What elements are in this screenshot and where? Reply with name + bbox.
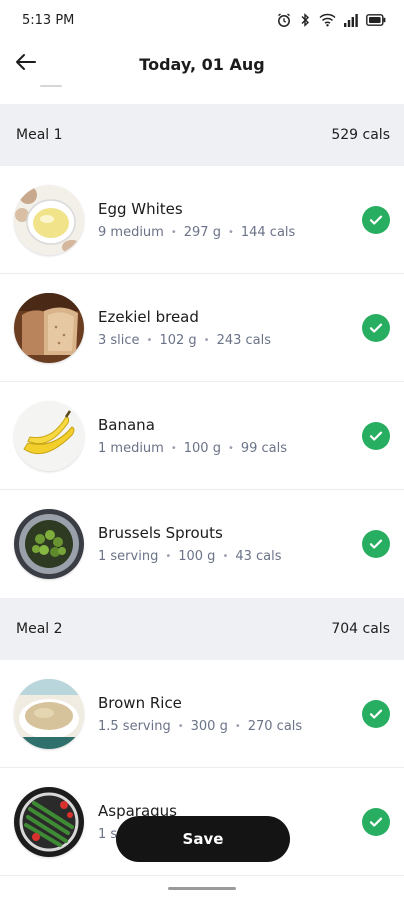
check-icon[interactable] (362, 807, 390, 836)
food-calories: 43 cals (235, 549, 282, 564)
wifi-icon (319, 13, 336, 27)
separator-dot: • (227, 442, 234, 454)
check-icon[interactable] (362, 421, 390, 450)
bluetooth-icon (300, 12, 311, 28)
separator-dot: • (165, 551, 172, 562)
food-image-ezekiel-bread (14, 292, 84, 363)
meal-label: Meal 1 (16, 127, 63, 143)
food-name: Banana (98, 415, 155, 434)
check-icon[interactable] (362, 205, 390, 234)
page-title: Today, 01 Aug (139, 54, 265, 74)
home-indicator[interactable] (168, 887, 236, 890)
food-calories: 99 cals (240, 440, 288, 456)
separator-dot: • (170, 226, 177, 238)
meal-header-2: Meal 2 704 cals (0, 598, 404, 660)
check-icon[interactable] (362, 313, 390, 342)
food-calories: 243 cals (216, 332, 272, 348)
food-quantity: 1 s (98, 826, 118, 842)
check-icon[interactable] (362, 699, 390, 728)
arrow-left-icon (14, 50, 38, 78)
app-header: Today, 01 Aug (0, 40, 404, 88)
back-button[interactable] (12, 50, 40, 78)
battery-icon (366, 14, 386, 26)
food-quantity: 3 slice (98, 332, 140, 348)
food-info: Brown Rice 1.5 serving • 300 g • 270 cal… (98, 694, 362, 734)
separator-dot: • (234, 720, 241, 732)
food-weight: 100 g (178, 549, 216, 564)
food-row-egg-whites[interactable]: Egg Whites 9 medium • 297 g • 144 cals (0, 166, 404, 274)
food-name: Brussels Sprouts (98, 524, 223, 542)
meal-label: Meal 2 (16, 621, 63, 637)
food-name: Brown Rice (98, 693, 182, 712)
food-name: Ezekiel bread (98, 307, 199, 326)
food-meta: 1 serving • 100 g • 43 cals (98, 549, 362, 564)
food-quantity: 1 serving (98, 549, 159, 564)
food-quantity: 1.5 serving (98, 718, 171, 734)
separator-dot: • (203, 334, 210, 346)
separator-dot: • (170, 442, 177, 454)
food-image-brussels-sprouts (14, 509, 84, 579)
check-icon[interactable] (362, 530, 390, 558)
status-bar: 5:13 PM (0, 0, 404, 40)
scroll-peek-divider (40, 85, 62, 87)
food-name: Egg Whites (98, 199, 183, 218)
food-calories: 144 cals (240, 224, 296, 240)
food-quantity: 9 medium (98, 224, 164, 240)
food-weight: 100 g (183, 440, 221, 456)
food-meta: 1 medium • 100 g • 99 cals (98, 441, 362, 456)
meal-header-1: Meal 1 529 cals (0, 104, 404, 166)
food-row-banana[interactable]: Banana 1 medium • 100 g • 99 cals (0, 382, 404, 490)
food-row-brown-rice[interactable]: Brown Rice 1.5 serving • 300 g • 270 cal… (0, 660, 404, 768)
food-row-ezekiel-bread[interactable]: Ezekiel bread 3 slice • 102 g • 243 cals (0, 274, 404, 382)
food-weight: 300 g (190, 718, 228, 734)
status-time: 5:13 PM (22, 12, 75, 28)
status-icons (276, 12, 386, 28)
food-weight: 102 g (159, 332, 197, 348)
food-image-asparagus (14, 786, 84, 857)
food-image-brown-rice (14, 678, 84, 749)
meal-calories: 704 cals (331, 621, 390, 637)
signal-icon (344, 13, 358, 27)
separator-dot: • (227, 226, 234, 238)
separator-dot: • (177, 720, 184, 732)
food-row-brussels-sprouts[interactable]: Brussels Sprouts 1 serving • 100 g • 43 … (0, 490, 404, 598)
meal-list: Meal 1 529 cals Egg Whites 9 medium • 29… (0, 104, 404, 876)
separator-dot: • (222, 551, 229, 562)
food-meta: 9 medium • 297 g • 144 cals (98, 225, 362, 240)
food-quantity: 1 medium (98, 440, 164, 456)
separator-dot: • (146, 334, 153, 346)
food-weight: 297 g (183, 224, 221, 240)
food-meta: 1.5 serving • 300 g • 270 cals (98, 719, 362, 734)
food-info: Banana 1 medium • 100 g • 99 cals (98, 416, 362, 456)
food-calories: 270 cals (247, 718, 303, 734)
food-image-banana (14, 400, 84, 471)
save-button[interactable]: Save (116, 816, 290, 862)
food-info: Ezekiel bread 3 slice • 102 g • 243 cals (98, 308, 362, 348)
food-info: Egg Whites 9 medium • 297 g • 144 cals (98, 200, 362, 240)
meal-calories: 529 cals (331, 127, 390, 143)
alarm-icon (276, 12, 292, 28)
food-meta: 3 slice • 102 g • 243 cals (98, 333, 362, 348)
food-image-egg-whites (14, 184, 84, 255)
food-info: Brussels Sprouts 1 serving • 100 g • 43 … (98, 524, 362, 564)
